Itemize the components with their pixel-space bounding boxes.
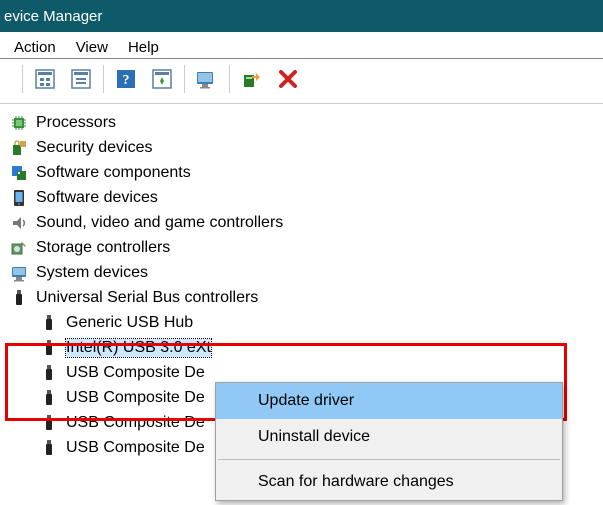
- menu-help[interactable]: Help: [118, 37, 169, 58]
- window-titlebar: evice Manager: [0, 0, 603, 32]
- toolbar-help-icon[interactable]: ?: [108, 62, 144, 96]
- tree-label: USB Composite De: [66, 364, 205, 382]
- menu-action[interactable]: Action: [4, 37, 66, 58]
- svg-text:?: ?: [123, 73, 130, 88]
- tree-category-security[interactable]: Security devices: [8, 135, 603, 160]
- tree-category-storage[interactable]: Storage controllers: [8, 235, 603, 260]
- tree-category-software-components[interactable]: Software components: [8, 160, 603, 185]
- tree-category-processors[interactable]: Processors: [8, 110, 603, 135]
- toolbar-view-details-icon[interactable]: [27, 62, 63, 96]
- window-title: evice Manager: [4, 8, 102, 25]
- tree-category-software-devices[interactable]: Software devices: [8, 185, 603, 210]
- context-menu-scan-hardware[interactable]: Scan for hardware changes: [216, 464, 562, 500]
- toolbar-uninstall-icon[interactable]: [270, 62, 306, 96]
- tree-label: Intel(R) USB 3.0 eXt: [66, 339, 211, 357]
- tree-label: Generic USB Hub: [66, 314, 193, 332]
- menu-view[interactable]: View: [66, 37, 118, 58]
- tree-label: Sound, video and game controllers: [36, 214, 283, 232]
- usb-icon: [38, 312, 60, 334]
- context-menu-uninstall-device[interactable]: Uninstall device: [216, 419, 562, 455]
- context-menu-update-driver[interactable]: Update driver: [216, 383, 562, 419]
- software-component-icon: [8, 162, 30, 184]
- tree-label: Software components: [36, 164, 191, 182]
- tree-category-system[interactable]: System devices: [8, 260, 603, 285]
- toolbar-view-list-icon[interactable]: [63, 62, 99, 96]
- tree-label: Software devices: [36, 189, 158, 207]
- tree-label: Storage controllers: [36, 239, 170, 257]
- tree-device-generic-usb-hub[interactable]: Generic USB Hub: [8, 310, 603, 335]
- toolbar: ?: [0, 59, 603, 99]
- usb-icon: [38, 337, 60, 359]
- toolbar-scan-hardware-icon[interactable]: [234, 62, 270, 96]
- usb-icon: [38, 387, 60, 409]
- usb-icon: [38, 412, 60, 434]
- toolbar-properties-icon[interactable]: [144, 62, 180, 96]
- usb-icon: [8, 287, 30, 309]
- toolbar-update-driver-icon[interactable]: [189, 62, 225, 96]
- tree-label: USB Composite De: [66, 439, 205, 457]
- security-icon: [8, 137, 30, 159]
- software-device-icon: [8, 187, 30, 209]
- tree-label: USB Composite De: [66, 414, 205, 432]
- context-menu-separator: [218, 459, 560, 460]
- tree-category-usb[interactable]: Universal Serial Bus controllers: [8, 285, 603, 310]
- menubar: Action View Help: [0, 32, 603, 58]
- tree-label: USB Composite De: [66, 389, 205, 407]
- usb-icon: [38, 362, 60, 384]
- tree-label: Processors: [36, 114, 116, 132]
- cpu-icon: [8, 112, 30, 134]
- usb-icon: [38, 437, 60, 459]
- storage-icon: [8, 237, 30, 259]
- system-icon: [8, 262, 30, 284]
- tree-label: Security devices: [36, 139, 153, 157]
- tree-device-intel-usb3[interactable]: Intel(R) USB 3.0 eXt: [8, 335, 603, 360]
- tree-label: System devices: [36, 264, 148, 282]
- tree-category-sound[interactable]: Sound, video and game controllers: [8, 210, 603, 235]
- tree-label: Universal Serial Bus controllers: [36, 289, 258, 307]
- sound-icon: [8, 212, 30, 234]
- context-menu: Update driver Uninstall device Scan for …: [215, 382, 563, 501]
